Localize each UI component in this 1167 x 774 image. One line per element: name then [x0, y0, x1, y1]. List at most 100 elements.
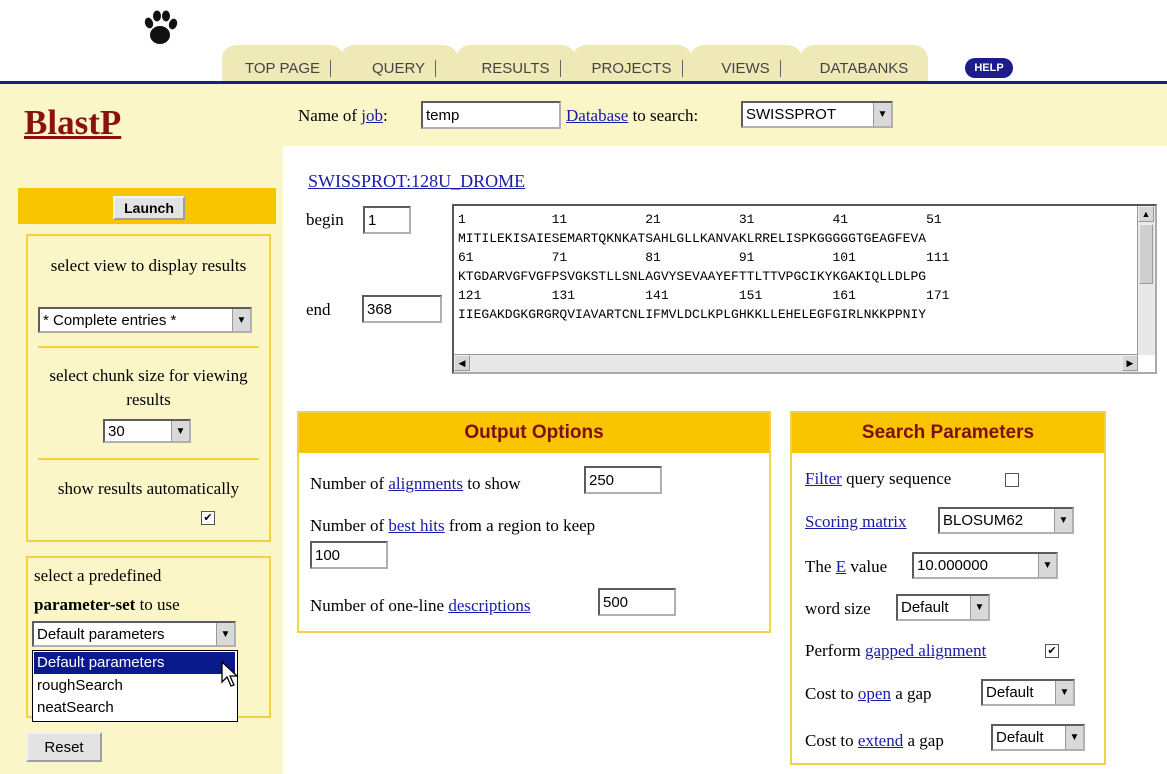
view-select[interactable]: * Complete entries * ▼ — [38, 307, 252, 333]
launch-button[interactable]: Launch — [113, 196, 185, 220]
tab-projects[interactable]: PROJECTS — [572, 45, 692, 81]
scoring-matrix-value: BLOSUM62 — [943, 512, 1024, 529]
open-gap-link[interactable]: open — [858, 684, 891, 703]
vertical-scrollbar[interactable]: ▲ — [1137, 206, 1155, 355]
scroll-left-icon[interactable]: ◀ — [454, 355, 470, 371]
parameter-set-select[interactable]: Default parameters ▼ — [32, 621, 236, 647]
word-size-select[interactable]: Default ▼ — [896, 594, 990, 621]
begin-label: begin — [306, 210, 344, 229]
end-input[interactable]: 368 — [362, 295, 442, 323]
output-options-title: Output Options — [299, 413, 769, 453]
show-results-checkbox[interactable]: ✔ — [201, 511, 215, 525]
alignments-pre: Number of — [310, 474, 385, 493]
tab-views[interactable]: VIEWS — [690, 45, 802, 81]
tab-label: VIEWS — [711, 60, 781, 77]
e-value-post: value — [850, 557, 888, 576]
begin-input[interactable]: 1 — [363, 206, 411, 234]
open-gap-value: Default — [986, 684, 1034, 701]
show-results-label: show results automatically — [57, 479, 240, 498]
chevron-down-icon: ▼ — [970, 596, 988, 619]
end-label: end — [306, 300, 331, 319]
search-parameters-title: Search Parameters — [792, 413, 1104, 453]
scoring-matrix-link[interactable]: Scoring matrix — [805, 512, 907, 531]
alignments-link[interactable]: alignments — [388, 474, 463, 493]
job-name-label: Name of job: — [298, 106, 388, 126]
database-select-value: SWISSPROT — [746, 106, 837, 123]
alignments-label: Number of alignments to show — [310, 474, 521, 494]
divider — [38, 346, 259, 348]
alignments-input[interactable]: 250 — [584, 466, 662, 494]
sequence-textarea[interactable]: 1 11 21 31 41 51 MITILEKISAIESEMARTQKNKA… — [452, 204, 1157, 374]
mouse-cursor-icon — [221, 660, 239, 687]
chevron-down-icon: ▼ — [1055, 681, 1073, 704]
word-size-label: word size — [805, 599, 871, 618]
gapped-alignment-link[interactable]: gapped alignment — [865, 641, 986, 660]
chevron-down-icon: ▼ — [171, 421, 189, 441]
e-value-select[interactable]: 10.000000 ▼ — [912, 552, 1058, 579]
scoring-matrix-select[interactable]: BLOSUM62 ▼ — [938, 507, 1074, 534]
best-hits-input[interactable]: 100 — [310, 541, 388, 569]
chevron-down-icon: ▼ — [1038, 554, 1056, 577]
database-label: Database to search: — [566, 106, 698, 126]
chunk-label: select chunk size for viewing results — [49, 366, 248, 409]
dropdown-option-neatsearch[interactable]: neatSearch — [34, 697, 235, 719]
job-name-post: : — [383, 106, 388, 125]
tab-results[interactable]: RESULTS — [456, 45, 576, 81]
tab-label: QUERY — [362, 60, 437, 77]
chevron-down-icon: ▼ — [873, 103, 891, 126]
scroll-right-icon[interactable]: ▶ — [1122, 355, 1138, 371]
view-label: select view to display results — [50, 256, 247, 275]
filter-checkbox[interactable] — [1005, 473, 1019, 487]
database-select[interactable]: SWISSPROT ▼ — [741, 101, 893, 128]
tab-query[interactable]: QUERY — [340, 45, 458, 81]
param-set-label-pre: select a predefined — [34, 566, 162, 585]
filter-post: query sequence — [846, 469, 952, 488]
database-label-post: to search: — [632, 106, 699, 125]
open-gap-label: Cost to open a gap — [805, 684, 932, 704]
dropdown-option-default[interactable]: Default parameters — [34, 652, 235, 674]
extend-gap-pre: Cost to — [805, 731, 854, 750]
tab-label: RESULTS — [471, 60, 561, 77]
open-gap-select[interactable]: Default ▼ — [981, 679, 1075, 706]
search-parameters-panel: Search Parameters — [790, 411, 1106, 765]
gapped-pre: Perform — [805, 641, 861, 660]
tab-databanks[interactable]: DATABANKS — [800, 45, 928, 81]
chevron-down-icon: ▼ — [232, 309, 250, 331]
tab-top-page[interactable]: TOP PAGE — [222, 45, 344, 81]
sequence-text: 1 11 21 31 41 51 MITILEKISAIESEMARTQKNKA… — [458, 212, 950, 322]
chunk-select-value: 30 — [108, 422, 125, 440]
sequence-id-link[interactable]: SWISSPROT:128U_DROME — [308, 171, 525, 192]
open-gap-pre: Cost to — [805, 684, 854, 703]
job-name-input[interactable]: temp — [421, 101, 561, 129]
divider — [38, 458, 259, 460]
filter-link[interactable]: Filter — [805, 469, 842, 488]
dropdown-option-roughsearch[interactable]: roughSearch — [34, 675, 235, 697]
view-select-value: * Complete entries * — [43, 311, 177, 329]
chevron-down-icon: ▼ — [1054, 509, 1072, 532]
scroll-up-icon[interactable]: ▲ — [1138, 206, 1154, 222]
param-set-label-post: to use — [139, 595, 180, 614]
extend-gap-select[interactable]: Default ▼ — [991, 724, 1085, 751]
scoring-matrix-label: Scoring matrix — [805, 512, 907, 532]
extend-gap-link[interactable]: extend — [858, 731, 903, 750]
gapped-alignment-label: Perform gapped alignment — [805, 641, 986, 661]
database-link[interactable]: Database — [566, 106, 628, 125]
horizontal-scrollbar[interactable]: ◀ ▶ — [454, 354, 1138, 372]
gapped-alignment-checkbox[interactable]: ✔ — [1045, 644, 1059, 658]
chunk-size-select[interactable]: 30 ▼ — [103, 419, 191, 443]
scroll-thumb[interactable] — [1139, 224, 1153, 284]
open-gap-post: a gap — [895, 684, 932, 703]
reset-button[interactable]: Reset — [26, 732, 102, 762]
best-hits-link[interactable]: best hits — [388, 516, 444, 535]
e-value-pre: The — [805, 557, 832, 576]
e-value-link[interactable]: E — [836, 557, 846, 576]
descriptions-link[interactable]: descriptions — [448, 596, 530, 615]
descriptions-input[interactable]: 500 — [598, 588, 676, 616]
best-hits-label: Number of best hits from a region to kee… — [310, 516, 595, 536]
job-link[interactable]: job — [361, 106, 383, 125]
help-button[interactable]: HELP — [965, 58, 1013, 78]
parameter-set-dropdown: Default parameters roughSearch neatSearc… — [32, 650, 238, 722]
param-set-label: parameter-set to use — [34, 595, 180, 615]
descriptions-pre: Number of one-line — [310, 596, 445, 615]
job-name-pre: Name of — [298, 106, 358, 125]
